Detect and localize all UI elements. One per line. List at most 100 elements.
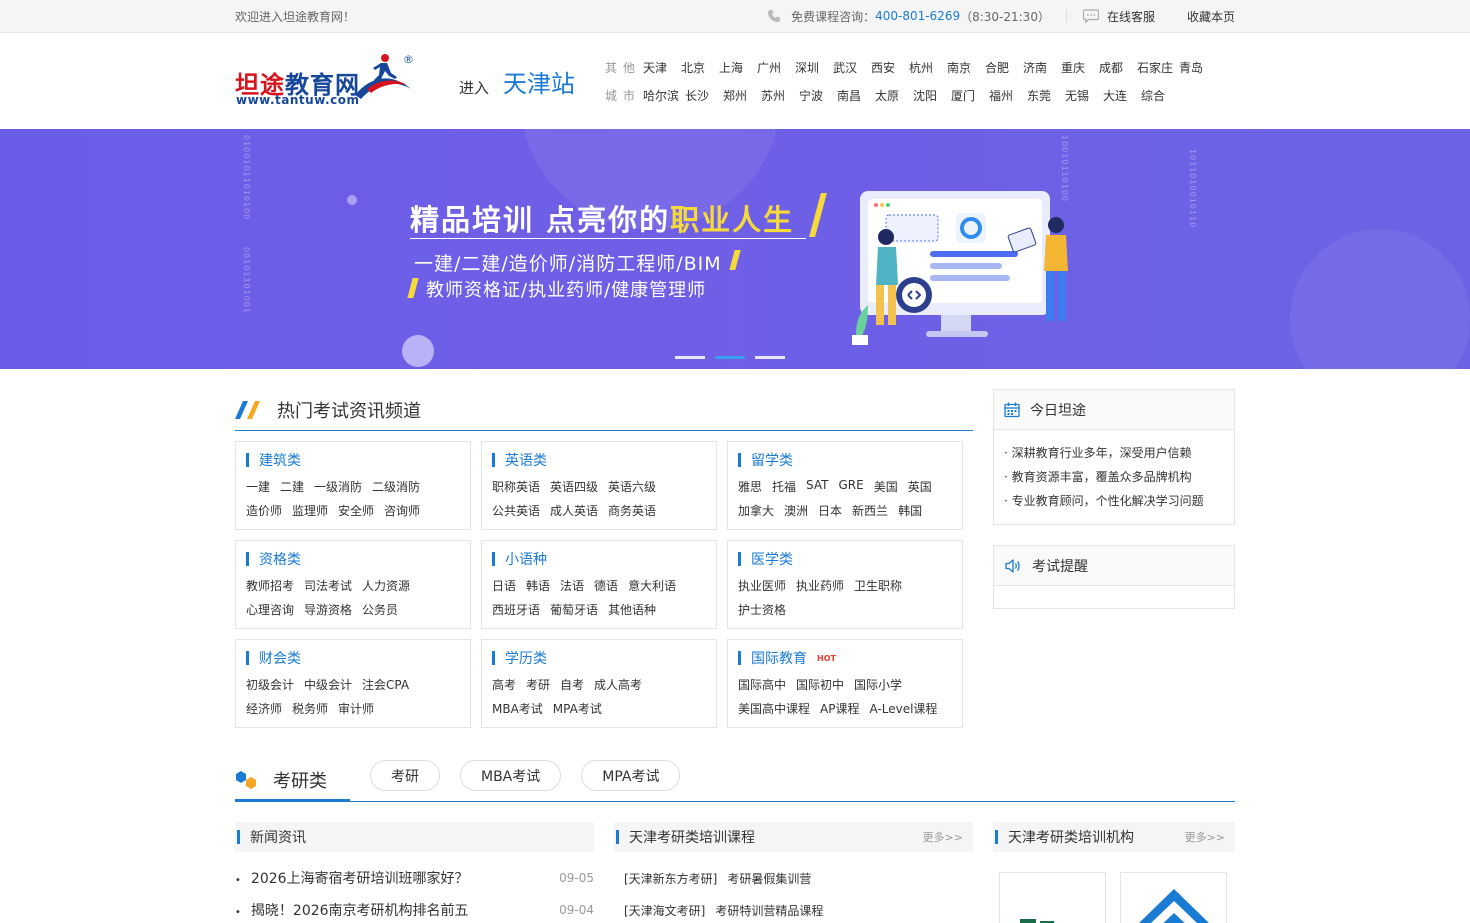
exam-link[interactable]: 葡萄牙语 — [550, 601, 598, 617]
exam-link[interactable]: 英国 — [908, 478, 932, 494]
course-institution[interactable]: [天津海文考研] — [624, 902, 705, 919]
exam-link[interactable]: 日语 — [492, 577, 516, 593]
city-link[interactable]: 福州 — [989, 87, 1027, 104]
slide-dot[interactable] — [675, 356, 705, 359]
more-link[interactable]: 更多>> — [923, 829, 963, 845]
exam-link[interactable]: 自考 — [560, 676, 584, 692]
exam-link[interactable]: 税务师 — [292, 700, 328, 716]
exam-link[interactable]: 意大利语 — [628, 577, 676, 593]
exam-link[interactable]: MBA考试 — [492, 700, 543, 716]
exam-link[interactable]: 二建 — [280, 478, 304, 494]
city-link[interactable]: 苏州 — [761, 87, 799, 104]
exam-link[interactable]: 安全师 — [338, 502, 374, 518]
city-link[interactable]: 东莞 — [1027, 87, 1065, 104]
hero-banner[interactable]: 精品培训 点亮你的职业人生 一建/二建/造价师/消防工程师/BIM 教师资格证/… — [0, 129, 1470, 369]
exam-link[interactable]: 美国高中课程 — [738, 700, 810, 716]
exam-link[interactable]: 加拿大 — [738, 502, 774, 518]
city-link[interactable]: 郑州 — [723, 87, 761, 104]
org-logo[interactable] — [1120, 872, 1227, 923]
exam-link[interactable]: 审计师 — [338, 700, 374, 716]
exam-link[interactable]: 护士资格 — [738, 601, 786, 617]
city-link[interactable]: 哈尔滨 — [643, 87, 685, 104]
city-link[interactable]: 青岛 — [1179, 59, 1217, 76]
exam-link[interactable]: 托福 — [772, 478, 796, 494]
news-title[interactable]: 2026上海寄宿考研培训班哪家好？ — [235, 868, 469, 888]
exam-link[interactable]: 成人英语 — [550, 502, 598, 518]
exam-link[interactable]: 一级消防 — [314, 478, 362, 494]
tab-kaoyan[interactable]: 考研 — [370, 760, 440, 791]
city-link[interactable]: 大连 — [1103, 87, 1141, 104]
exam-link[interactable]: 公务员 — [362, 601, 398, 617]
exam-link[interactable]: 职称英语 — [492, 478, 540, 494]
exam-link[interactable]: 国际初中 — [796, 676, 844, 692]
city-link[interactable]: 合肥 — [985, 59, 1023, 76]
category-title[interactable]: 小语种 — [505, 549, 547, 569]
exam-link[interactable]: 美国 — [874, 478, 898, 494]
city-link[interactable]: 广州 — [757, 59, 795, 76]
city-link[interactable]: 无锡 — [1065, 87, 1103, 104]
exam-link[interactable]: 考研 — [526, 676, 550, 692]
favorite-link[interactable]: 收藏本页 — [1187, 8, 1235, 25]
city-link[interactable]: 西安 — [871, 59, 909, 76]
exam-link[interactable]: 教师招考 — [246, 577, 294, 593]
exam-link[interactable]: 监理师 — [292, 502, 328, 518]
city-link[interactable]: 上海 — [719, 59, 757, 76]
list-item[interactable]: 揭晓！2026南京考研机构排名前五 09-04 — [235, 894, 594, 923]
city-link[interactable]: 武汉 — [833, 59, 871, 76]
exam-link[interactable]: 经济师 — [246, 700, 282, 716]
city-link[interactable]: 北京 — [681, 59, 719, 76]
city-link[interactable]: 太原 — [875, 87, 913, 104]
exam-link[interactable]: 韩语 — [526, 577, 550, 593]
course-institution[interactable]: [天津新东方考研] — [624, 870, 717, 887]
exam-link[interactable]: 其他语种 — [608, 601, 656, 617]
exam-link[interactable]: 英语四级 — [550, 478, 598, 494]
exam-link[interactable]: 二级消防 — [372, 478, 420, 494]
city-link[interactable]: 厦门 — [951, 87, 989, 104]
city-link[interactable]: 南京 — [947, 59, 985, 76]
exam-link[interactable]: 日本 — [818, 502, 842, 518]
exam-link[interactable]: 一建 — [246, 478, 270, 494]
exam-link[interactable]: MPA考试 — [553, 700, 602, 716]
online-service-link[interactable]: 在线客服 — [1107, 8, 1155, 25]
news-title[interactable]: 揭晓！2026南京考研机构排名前五 — [235, 900, 469, 920]
category-title[interactable]: 留学类 — [751, 450, 793, 470]
category-title[interactable]: 财会类 — [259, 648, 301, 668]
city-link[interactable]: 长沙 — [685, 87, 723, 104]
city-link[interactable]: 杭州 — [909, 59, 947, 76]
category-title[interactable]: 国际教育 — [751, 648, 807, 668]
exam-link[interactable]: 心理咨询 — [246, 601, 294, 617]
city-link[interactable]: 济南 — [1023, 59, 1061, 76]
exam-link[interactable]: 德语 — [594, 577, 618, 593]
list-item[interactable]: [天津新东方考研] 考研暑假集训营 — [624, 862, 973, 894]
exam-link[interactable]: 雅思 — [738, 478, 762, 494]
exam-link[interactable]: SAT — [806, 478, 828, 494]
city-link[interactable]: 沈阳 — [913, 87, 951, 104]
tab-mba[interactable]: MBA考试 — [460, 760, 562, 791]
city-link[interactable]: 石家庄 — [1137, 59, 1179, 76]
exam-link[interactable]: A-Level课程 — [869, 700, 937, 716]
phone-number[interactable]: 400-801-6269 — [875, 9, 960, 23]
exam-link[interactable]: 注会CPA — [362, 676, 409, 692]
category-title[interactable]: 医学类 — [751, 549, 793, 569]
exam-link[interactable]: 司法考试 — [304, 577, 352, 593]
category-title[interactable]: 英语类 — [505, 450, 547, 470]
exam-link[interactable]: 中级会计 — [304, 676, 352, 692]
exam-link[interactable]: 高考 — [492, 676, 516, 692]
exam-link[interactable]: 澳洲 — [784, 502, 808, 518]
org-logo[interactable] — [999, 872, 1106, 923]
slide-dot-active[interactable] — [715, 356, 745, 359]
exam-link[interactable]: AP课程 — [820, 700, 859, 716]
exam-link[interactable]: 执业医师 — [738, 577, 786, 593]
site-logo[interactable]: 坦途教育网 www.tantuw.com ® — [235, 53, 415, 109]
exam-link[interactable]: 国际高中 — [738, 676, 786, 692]
exam-link[interactable]: 初级会计 — [246, 676, 294, 692]
city-link[interactable]: 深圳 — [795, 59, 833, 76]
exam-link[interactable]: GRE — [838, 478, 863, 494]
category-title[interactable]: 学历类 — [505, 648, 547, 668]
exam-link[interactable]: 卫生职称 — [854, 577, 902, 593]
exam-link[interactable]: 导游资格 — [304, 601, 352, 617]
city-link[interactable]: 宁波 — [799, 87, 837, 104]
exam-link[interactable]: 国际小学 — [854, 676, 902, 692]
exam-link[interactable]: 法语 — [560, 577, 584, 593]
exam-link[interactable]: 执业药师 — [796, 577, 844, 593]
